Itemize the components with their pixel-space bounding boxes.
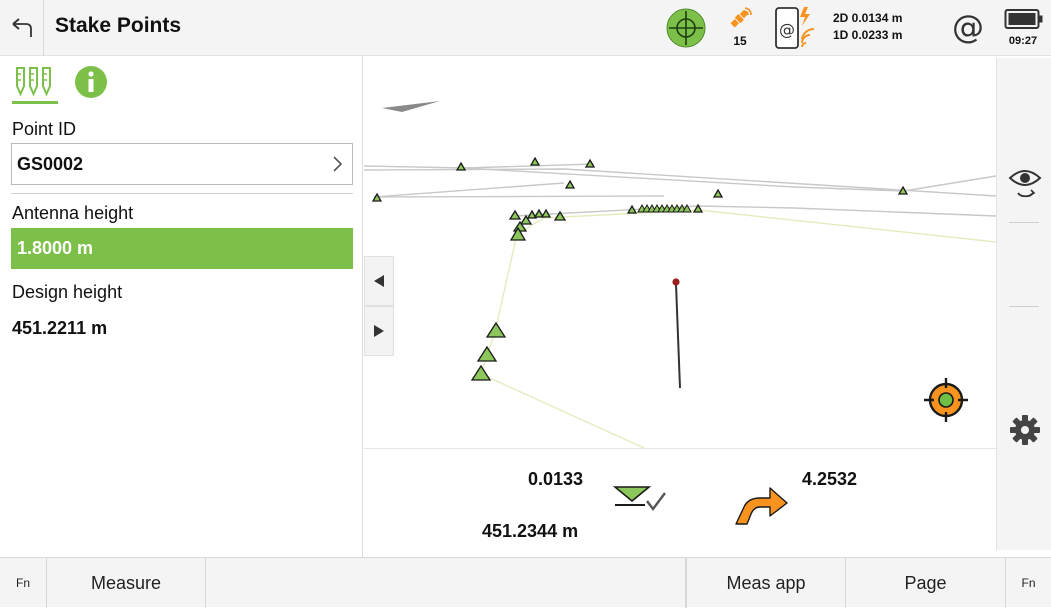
map-canvas <box>363 101 997 449</box>
antenna-height-field[interactable]: 1.8000 m <box>11 228 353 269</box>
turn-distance-value: 4.2532 <box>802 469 858 489</box>
north-arrow-icon <box>382 101 440 112</box>
at-sign-icon[interactable]: @ <box>948 8 988 53</box>
map-settings-button[interactable] <box>997 410 1051 450</box>
active-tab-indicator <box>12 101 58 104</box>
satellite-count: 15 <box>733 34 747 48</box>
map-toolbar <box>996 58 1051 550</box>
fn-left-button[interactable]: Fn <box>0 558 47 608</box>
toolbar-divider <box>1009 306 1039 307</box>
page-title: Stake Points <box>55 14 182 37</box>
stake-lines <box>480 209 997 449</box>
precision-2d: 2D 0.0134 m <box>833 11 903 25</box>
triangle-right-icon <box>374 325 384 337</box>
toolbar-divider <box>1009 222 1039 223</box>
stake-form-panel: Point ID GS0002 Antenna height 1.8000 m … <box>0 56 363 557</box>
antenna-height-label: Antenna height <box>12 203 134 223</box>
gear-icon <box>1009 415 1040 445</box>
height-value: 451.2344 m <box>482 521 579 541</box>
stake-points-icon <box>16 67 51 97</box>
antenna-height-value: 1.8000 m <box>17 238 94 258</box>
design-height-label: Design height <box>12 282 123 302</box>
triangle-left-icon <box>374 275 384 287</box>
svg-text:@: @ <box>952 8 984 46</box>
gnss-status-icon[interactable] <box>665 7 707 54</box>
back-button[interactable] <box>0 0 44 56</box>
satellite-icon[interactable] <box>728 5 754 36</box>
rover-dot <box>672 278 680 286</box>
view-rotate-button[interactable] <box>997 158 1051 206</box>
cut-fill-value: 0.0133 <box>528 469 584 489</box>
map-view[interactable] <box>363 56 997 449</box>
page-button[interactable]: Page <box>846 558 1006 608</box>
battery-icon[interactable] <box>1004 7 1044 36</box>
back-arrow-icon <box>11 18 32 37</box>
tab-stake[interactable] <box>14 64 54 105</box>
point-id-selector[interactable]: GS0002 <box>11 143 353 185</box>
pan-right-button[interactable] <box>364 306 394 356</box>
tab-info[interactable] <box>73 64 109 105</box>
softkey-bar: Fn Measure Meas app Page Fn <box>0 557 1051 608</box>
target-crosshair-icon <box>924 378 968 422</box>
clock-time: 09:27 <box>1008 35 1038 47</box>
design-height-value: 451.2211 m <box>12 318 108 338</box>
point-cluster <box>637 203 692 213</box>
divider <box>11 193 353 194</box>
cut-fill-icon <box>612 483 667 518</box>
data-link-icon[interactable]: @ <box>774 5 824 56</box>
eye-rotate-icon <box>1008 170 1041 198</box>
pan-left-button[interactable] <box>364 256 394 306</box>
measure-button[interactable]: Measure <box>47 558 206 608</box>
point-id-value: GS0002 <box>17 154 84 174</box>
point-id-label: Point ID <box>12 119 77 139</box>
chevron-right-icon <box>332 154 344 179</box>
precision-1d: 1D 0.0233 m <box>833 28 903 42</box>
top-bar: Stake Points 15 @ 2D 0.0134 m 1D 0.0233 … <box>0 0 1051 56</box>
fn-right-button[interactable]: Fn <box>1006 558 1051 608</box>
pole-line <box>675 283 681 389</box>
meas-app-button[interactable]: Meas app <box>686 558 846 608</box>
turn-right-arrow-icon <box>732 485 790 532</box>
svg-text:@: @ <box>779 20 795 39</box>
softkey-empty <box>206 558 686 608</box>
stakeout-info-panel: 0.0133 451.2344 m 4.2532 <box>364 448 996 557</box>
info-icon <box>75 66 107 98</box>
